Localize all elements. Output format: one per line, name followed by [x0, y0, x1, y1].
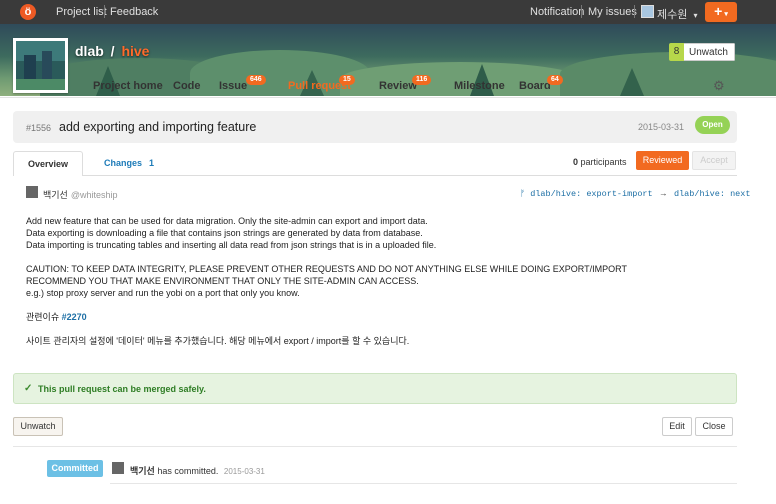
- description-line: Add new feature that can be used for dat…: [26, 216, 428, 226]
- tab-label: Project home: [93, 80, 163, 92]
- tab-pull-request[interactable]: Pull request 15: [288, 75, 355, 92]
- tab-changes[interactable]: Changes 1: [104, 158, 154, 168]
- tab-board[interactable]: Board 64: [519, 75, 563, 92]
- project-repo-link[interactable]: hive: [121, 43, 149, 59]
- feedback-link[interactable]: Feedback: [110, 6, 158, 18]
- project-list-link[interactable]: Project list: [56, 6, 107, 18]
- author-name[interactable]: 백기선: [43, 190, 68, 200]
- project-title: dlab / hive: [75, 43, 149, 59]
- notification-link[interactable]: Notification: [530, 6, 584, 18]
- user-name: 제수원: [657, 9, 688, 21]
- changes-count: 1: [149, 158, 155, 168]
- watch-control: 8 Unwatch ▾: [669, 43, 735, 61]
- pull-request-body: Add new feature that can be used for dat…: [26, 215, 726, 359]
- related-issue-label: 관련이슈: [26, 312, 60, 322]
- description-line: RECOMMEND YOU THAT MAKE ENVIRONMENT THAT…: [26, 276, 419, 286]
- branch-icon: ᚠ: [520, 189, 526, 199]
- commit-author[interactable]: 백기선: [130, 466, 155, 476]
- pull-request-count-badge: 15: [339, 75, 355, 85]
- status-badge: Open: [695, 116, 730, 134]
- project-owner-link[interactable]: dlab: [75, 43, 104, 59]
- gear-icon[interactable]: ⚙: [713, 78, 725, 94]
- tab-code[interactable]: Code: [173, 80, 201, 92]
- issue-count-badge: 646: [246, 75, 266, 85]
- review-count-badge: 116: [412, 75, 432, 85]
- commit-event: 백기선 has committed. 2015-03-31: [130, 464, 265, 477]
- path-separator: /: [110, 43, 115, 59]
- description-paragraph: Add new feature that can be used for dat…: [26, 215, 726, 251]
- participants-count: 0 participants: [573, 157, 627, 167]
- tab-issue[interactable]: Issue 646: [219, 75, 266, 92]
- description-line: Data importing is truncating tables and …: [26, 240, 437, 250]
- board-count-badge: 64: [547, 75, 563, 85]
- author-info: 백기선 @whiteship: [43, 188, 118, 201]
- user-avatar[interactable]: [641, 5, 654, 18]
- avatar[interactable]: [26, 186, 38, 198]
- user-menu[interactable]: 제수원 ▾: [657, 6, 697, 22]
- close-button[interactable]: Close: [695, 417, 733, 436]
- tab-label: Issue: [219, 80, 248, 92]
- plus-icon: +: [714, 3, 723, 19]
- pull-request-title: add exporting and importing feature: [59, 120, 257, 134]
- tab-label: Changes: [104, 158, 143, 168]
- watch-label: Unwatch: [689, 47, 728, 58]
- commit-action: has committed.: [157, 466, 219, 476]
- korean-paragraph: 사이트 관리자의 설정에 '데이터' 메뉴를 추가했습니다. 해당 메뉴에서 e…: [26, 335, 726, 347]
- commit-date: 2015-03-31: [223, 467, 265, 476]
- unwatch-button[interactable]: Unwatch: [13, 417, 63, 436]
- branch-info: ᚠ dlab/hive: export-import → dlab/hive: …: [520, 189, 750, 199]
- tab-label: Board: [519, 80, 551, 92]
- merge-status-alert: ✓ This pull request can be merged safely…: [13, 373, 737, 404]
- participants-number: 0: [573, 157, 579, 167]
- nav-separator: [104, 5, 105, 18]
- top-navbar: ö Project list Feedback Notification My …: [0, 0, 776, 24]
- tab-overview[interactable]: Overview: [13, 151, 83, 176]
- to-branch[interactable]: dlab/hive: next: [674, 189, 751, 199]
- chevron-down-icon: ▾: [693, 11, 698, 20]
- yobi-logo-icon[interactable]: ö: [20, 4, 36, 20]
- pull-request-date: 2015-03-31: [638, 122, 685, 132]
- check-icon: ✓: [24, 383, 33, 394]
- author-id: @whiteship: [70, 190, 118, 200]
- participants-label: participants: [580, 157, 627, 167]
- nav-separator: [634, 5, 635, 18]
- subtab-divider: [83, 175, 737, 176]
- description-line: CAUTION: TO KEEP DATA INTEGRITY, PLEASE …: [26, 264, 627, 274]
- description-line: e.g.) stop proxy server and run the yobi…: [26, 288, 300, 298]
- nav-separator: [581, 5, 582, 18]
- description-line: Data exporting is downloading a file tha…: [26, 228, 423, 238]
- avatar[interactable]: [112, 462, 124, 474]
- section-divider: [13, 446, 737, 447]
- create-new-button[interactable]: + ▾: [705, 2, 737, 22]
- watch-menu-button[interactable]: Unwatch ▾: [684, 43, 735, 61]
- arrow-right-icon: →: [660, 189, 666, 199]
- chevron-down-icon: ▾: [724, 11, 728, 18]
- pull-request-number: #1556: [26, 123, 52, 133]
- pull-request-header: #1556 add exporting and importing featur…: [13, 111, 737, 143]
- tab-label: Review: [379, 80, 417, 92]
- description-line: 사이트 관리자의 설정에 '데이터' 메뉴를 추가했습니다. 해당 메뉴에서 e…: [26, 336, 410, 346]
- merge-status-text: This pull request can be merged safely.: [38, 384, 206, 394]
- related-issue-link[interactable]: #2270: [62, 312, 87, 322]
- timeline-divider: [110, 483, 737, 484]
- watcher-count: 8: [669, 43, 684, 61]
- tab-label: Code: [173, 80, 201, 92]
- tab-milestone[interactable]: Milestone: [454, 80, 505, 92]
- caution-paragraph: CAUTION: TO KEEP DATA INTEGRITY, PLEASE …: [26, 263, 726, 299]
- from-branch[interactable]: dlab/hive: export-import: [530, 189, 652, 199]
- tabs-divider: [0, 97, 776, 98]
- my-issues-link[interactable]: My issues: [588, 6, 637, 18]
- edit-button[interactable]: Edit: [662, 417, 692, 436]
- reviewed-button[interactable]: Reviewed: [636, 151, 689, 170]
- related-issue: 관련이슈 #2270: [26, 311, 726, 323]
- project-tabs: Project home Code Issue 646 Pull request 1…: [0, 72, 776, 98]
- tab-review[interactable]: Review 116: [379, 75, 432, 92]
- tab-label: Milestone: [454, 80, 505, 92]
- tab-project-home[interactable]: Project home: [93, 80, 163, 92]
- accept-button[interactable]: Accept: [692, 151, 736, 170]
- committed-badge: Committed: [47, 460, 103, 477]
